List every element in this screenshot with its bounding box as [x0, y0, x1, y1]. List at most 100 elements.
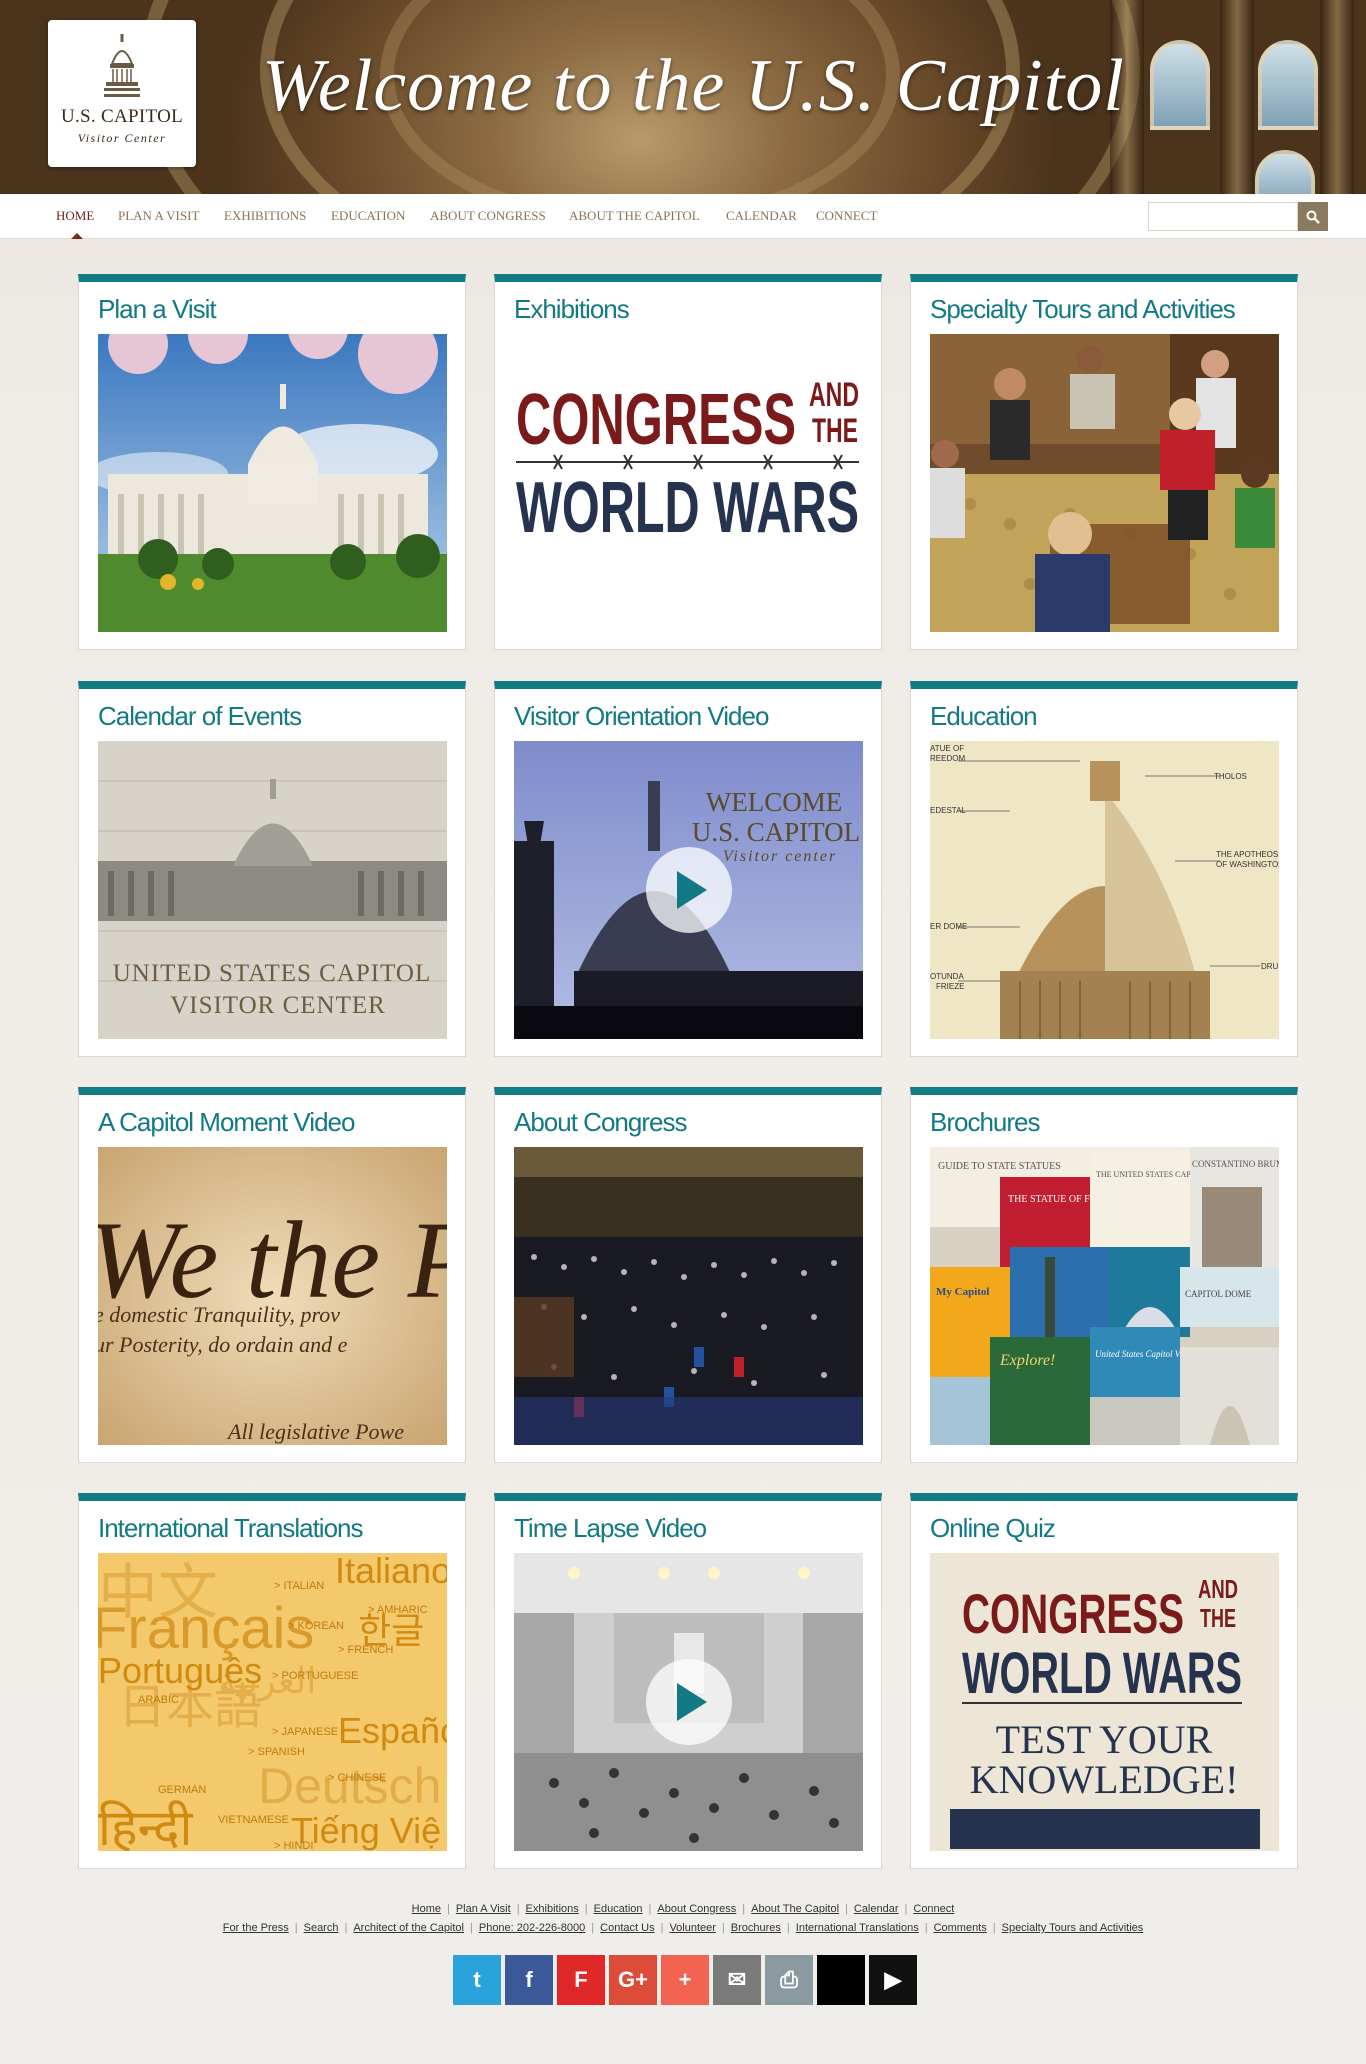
- quiz-line2: WORLD WARS: [962, 1641, 1242, 1706]
- translation-word: Italiano: [335, 1553, 447, 1591]
- footer-link-specialty-tours-and-activities[interactable]: Specialty Tours and Activities: [1002, 1922, 1144, 1934]
- diagram-label: ATUE OF: [930, 744, 964, 753]
- footer-separator: |: [924, 1922, 928, 1934]
- translation-label: > ITALIAN: [274, 1580, 324, 1592]
- translation-word: हिन्दी: [98, 1800, 193, 1851]
- nav-item-about-the-capitol[interactable]: ABOUT THE CAPITOL: [569, 208, 700, 224]
- active-nav-indicator: [71, 233, 83, 239]
- window-decoration: [1150, 40, 1210, 130]
- footer-link-comments[interactable]: Comments: [934, 1922, 987, 1934]
- footer-link-contact-us[interactable]: Contact Us: [600, 1922, 654, 1934]
- nav-item-about-congress[interactable]: ABOUT CONGRESS: [430, 208, 546, 224]
- translation-label: ARABIC: [138, 1694, 179, 1706]
- banner: U.S. CAPITOL Visitor Center Welcome to t…: [0, 0, 1366, 194]
- footer-link-plan-a-visit[interactable]: Plan A Visit: [456, 1903, 511, 1915]
- google-plus-button[interactable]: G+: [609, 1955, 657, 2005]
- capitol-dome-icon: [104, 34, 140, 97]
- card-exhibitions[interactable]: Exhibitions CONGRESS AND THE WORLD WARS: [494, 274, 882, 650]
- footer-separator: |: [516, 1903, 520, 1915]
- search-icon: [1306, 210, 1320, 224]
- card-about-congress[interactable]: About Congress: [494, 1087, 882, 1463]
- card-brochures[interactable]: Brochures GUIDE TO STATE STATUES THE STA…: [910, 1087, 1298, 1463]
- card-title: Visitor Orientation Video: [514, 701, 769, 731]
- nav-item-plan-a-visit[interactable]: PLAN A VISIT: [118, 208, 199, 224]
- diagram-label: ER DOME: [930, 922, 967, 931]
- logo-title: U.S. CAPITOL: [60, 106, 184, 127]
- card-time-lapse-video[interactable]: Time Lapse Video: [494, 1493, 882, 1869]
- wall-text-line2: VISITOR CENTER: [170, 992, 386, 1019]
- card-title: Brochures: [930, 1107, 1040, 1137]
- footer-link-phone-202-226-8000[interactable]: Phone: 202-226-8000: [479, 1922, 585, 1934]
- nav-item-calendar[interactable]: CALENDAR: [726, 208, 797, 224]
- footer-link-volunteer[interactable]: Volunteer: [669, 1922, 715, 1934]
- footer-link-international-translations[interactable]: International Translations: [796, 1922, 919, 1934]
- diagram-label: REEDOM: [930, 754, 965, 763]
- nav-item-exhibitions[interactable]: EXHIBITIONS: [224, 208, 306, 224]
- quiz-line1: CONGRESS: [962, 1582, 1184, 1645]
- translation-label: > JAPANESE: [272, 1726, 338, 1738]
- brochure-title: Explore!: [999, 1352, 1055, 1369]
- translation-label: > FRENCH: [338, 1644, 393, 1656]
- card-title: Plan a Visit: [98, 294, 217, 324]
- footer-link-calendar[interactable]: Calendar: [854, 1903, 899, 1915]
- footer-separator: |: [904, 1903, 908, 1915]
- footer-link-for-the-press[interactable]: For the Press: [223, 1922, 289, 1934]
- quiz-the: THE: [1200, 1603, 1236, 1633]
- card-calendar-of-events[interactable]: Calendar of Events UNITED STATES CAPITOL…: [78, 681, 466, 1057]
- diagram-label: OTUNDA: [930, 972, 964, 981]
- google-play-button[interactable]: ▶: [869, 1955, 917, 2005]
- card-image-emancipation-hall: [514, 1553, 863, 1851]
- footer-separator: |: [584, 1903, 588, 1915]
- print-button[interactable]: ⎙: [765, 1955, 813, 2005]
- twitter-icon: t: [473, 1967, 481, 1992]
- card-image-visitor-center-wall: UNITED STATES CAPITOL VISITOR CENTER: [98, 741, 447, 1039]
- flipboard-button[interactable]: F: [557, 1955, 605, 2005]
- card-plan-a-visit[interactable]: Plan a Visit: [78, 274, 466, 650]
- site-logo[interactable]: U.S. CAPITOL Visitor Center: [48, 20, 196, 167]
- footer-link-about-the-capitol[interactable]: About The Capitol: [751, 1903, 839, 1915]
- add-plus-button[interactable]: +: [661, 1955, 709, 2005]
- exhibit-and: AND: [809, 376, 859, 414]
- translation-label: > KOREAN: [288, 1620, 344, 1632]
- footer-link-connect[interactable]: Connect: [913, 1903, 954, 1915]
- footer-link-search[interactable]: Search: [304, 1922, 339, 1934]
- card-international-translations[interactable]: International Translations 中文 日本語 العربي…: [78, 1493, 466, 1869]
- translation-label: GERMAN: [158, 1784, 206, 1796]
- footer-separator: |: [786, 1922, 790, 1934]
- facebook-button[interactable]: f: [505, 1955, 553, 2005]
- footer-link-education[interactable]: Education: [594, 1903, 643, 1915]
- footer-link-home[interactable]: Home: [412, 1903, 441, 1915]
- card-image-capitol-building: [98, 334, 447, 632]
- apple-button[interactable]: [817, 1955, 865, 2005]
- footer-separator: |: [591, 1922, 595, 1934]
- footer-link-about-congress[interactable]: About Congress: [657, 1903, 736, 1915]
- translation-word: Deutsch: [258, 1758, 441, 1814]
- card-image-house-chamber: [514, 1147, 863, 1445]
- translation-label: VIETNAMESE: [218, 1814, 289, 1826]
- email-button[interactable]: ✉: [713, 1955, 761, 2005]
- footer-link-architect-of-the-capitol[interactable]: Architect of the Capitol: [353, 1922, 464, 1934]
- card-specialty-tours[interactable]: Specialty Tours and Activities: [910, 274, 1298, 650]
- footer-separator: |: [742, 1903, 746, 1915]
- footer-link-exhibitions[interactable]: Exhibitions: [526, 1903, 579, 1915]
- translation-label: > AMHARIC: [368, 1604, 428, 1616]
- quiz-and: AND: [1198, 1574, 1238, 1604]
- footer-link-brochures[interactable]: Brochures: [731, 1922, 781, 1934]
- card-education[interactable]: Education ATUE OF REEDOM EDESTAL ER DOME…: [910, 681, 1298, 1057]
- card-visitor-orientation-video[interactable]: Visitor Orientation Video WELCOME U.S. C…: [494, 681, 882, 1057]
- translation-label: > HINDI: [274, 1840, 313, 1851]
- card-capitol-moment-video[interactable]: A Capitol Moment Video We the Pe e domes…: [78, 1087, 466, 1463]
- constitution-line: e domestic Tranquility, prov: [98, 1302, 340, 1327]
- card-title: Exhibitions: [514, 294, 630, 324]
- translation-label: > SPANISH: [248, 1746, 305, 1758]
- twitter-button[interactable]: t: [453, 1955, 501, 2005]
- nav-item-home[interactable]: HOME: [56, 208, 94, 224]
- footer-separator: |: [470, 1922, 473, 1934]
- exhibit-the: THE: [812, 412, 858, 450]
- nav-item-education[interactable]: EDUCATION: [331, 208, 405, 224]
- nav-item-connect[interactable]: CONNECT: [816, 208, 877, 224]
- card-title: A Capitol Moment Video: [98, 1107, 355, 1137]
- search-button[interactable]: [1298, 202, 1328, 231]
- card-online-quiz[interactable]: Online Quiz CONGRESS AND THE WORLD WARS …: [910, 1493, 1298, 1869]
- search-input[interactable]: [1148, 202, 1298, 231]
